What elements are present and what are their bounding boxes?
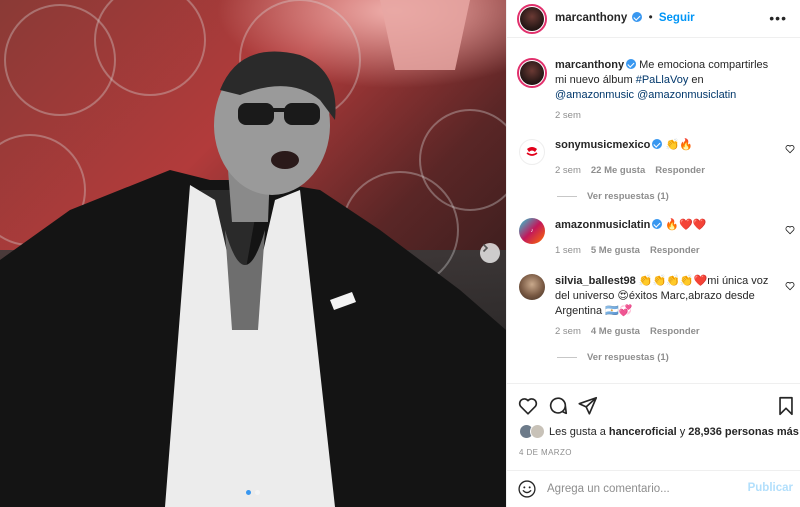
reply-button[interactable]: Responder: [650, 245, 700, 256]
likes-count[interactable]: 28,936 personas más: [688, 426, 799, 438]
reply-button[interactable]: Responder: [650, 326, 700, 337]
comment-meta: 2 sem 4 Me gusta Responder: [555, 326, 700, 337]
likes-summary: Les gusta a hanceroficial y 28,936 perso…: [519, 424, 799, 440]
liker-username[interactable]: hanceroficial: [609, 426, 677, 438]
comments-list[interactable]: marcanthony Me emociona compartirles mi …: [507, 38, 800, 383]
comment-text: 👏🔥: [665, 139, 693, 151]
liker-avatar: [530, 424, 545, 439]
caption-text: marcanthony Me emociona compartirles mi …: [555, 58, 781, 103]
caption-username[interactable]: marcanthony: [555, 59, 624, 71]
comment-likes[interactable]: 22 Me gusta: [591, 165, 645, 176]
replies-line: [557, 357, 577, 358]
comment-meta: 1 sem 5 Me gusta Responder: [555, 245, 700, 256]
add-comment-bar: Publicar: [507, 470, 800, 507]
caption-connector: en: [691, 74, 704, 86]
comment-likes[interactable]: 5 Me gusta: [591, 245, 640, 256]
comment-avatar[interactable]: [519, 274, 545, 300]
view-replies-label: Ver respuestas (1): [587, 191, 669, 202]
comment-avatar[interactable]: ♪: [519, 218, 545, 244]
verified-badge-icon: [626, 59, 637, 69]
comment: sonymusicmexico 👏🔥: [555, 138, 781, 153]
comment-meta: 2 sem 22 Me gusta Responder: [555, 165, 705, 176]
comment-likes[interactable]: 4 Me gusta: [591, 326, 640, 337]
comment-time[interactable]: 2 sem: [555, 326, 581, 337]
hashtag-link[interactable]: #PaLlaVoy: [636, 74, 689, 86]
mention-link[interactable]: @amazonmusiclatin: [637, 89, 736, 101]
comment-like-heart-icon[interactable]: [785, 144, 795, 154]
comment-text: 🔥❤️❤️: [665, 219, 707, 231]
view-replies-button[interactable]: Ver respuestas (1): [557, 352, 669, 363]
comment-username[interactable]: sonymusicmexico: [555, 139, 650, 151]
author-avatar[interactable]: [517, 4, 547, 34]
carousel-dot[interactable]: [246, 490, 251, 495]
comment: amazonmusiclatin 🔥❤️❤️: [555, 218, 781, 233]
sony-music-logo-icon: [526, 147, 538, 156]
chevron-right-icon: [482, 243, 489, 253]
reply-button[interactable]: Responder: [655, 165, 705, 176]
comment-time[interactable]: 2 sem: [555, 165, 581, 176]
verified-badge-icon: [652, 139, 663, 149]
post-date[interactable]: 4 DE MARZO: [519, 448, 572, 457]
author-username[interactable]: marcanthony: [555, 12, 627, 24]
carousel-next-button[interactable]: [480, 243, 500, 263]
verified-badge-icon: [652, 219, 663, 229]
comment-time[interactable]: 1 sem: [555, 245, 581, 256]
publish-button[interactable]: Publicar: [748, 482, 793, 494]
bookmark-icon[interactable]: [775, 395, 797, 417]
caption-meta: 2 sem: [555, 110, 581, 121]
follow-button[interactable]: Seguir: [659, 12, 695, 24]
view-replies-button[interactable]: Ver respuestas (1): [557, 191, 669, 202]
more-options-icon[interactable]: •••: [769, 10, 787, 26]
replies-line: [557, 196, 577, 197]
post-panel: marcanthony • Seguir ••• marcanthony Me …: [506, 0, 800, 507]
mention-link[interactable]: @amazonmusic: [555, 89, 634, 101]
post-photo[interactable]: [0, 0, 506, 507]
comment-like-heart-icon[interactable]: [785, 225, 795, 235]
photo-image: [0, 0, 506, 507]
comment-input[interactable]: [547, 479, 737, 499]
amazon-music-logo-icon: ♪: [530, 228, 534, 234]
heart-icon[interactable]: [517, 395, 539, 417]
paper-plane-icon[interactable]: [577, 395, 599, 417]
comment-like-heart-icon[interactable]: [785, 281, 795, 291]
caption-time[interactable]: 2 sem: [555, 110, 581, 121]
verified-badge-icon: [632, 12, 643, 22]
comment-username[interactable]: amazonmusiclatin: [555, 219, 650, 231]
comment-username[interactable]: silvia_ballest98: [555, 275, 636, 287]
post-header: marcanthony • Seguir •••: [507, 0, 800, 38]
caption-avatar[interactable]: [517, 58, 547, 88]
likes-connector: y: [679, 426, 686, 438]
smiley-icon[interactable]: [517, 479, 537, 499]
view-replies-label: Ver respuestas (1): [587, 352, 669, 363]
carousel-dots: [0, 490, 506, 495]
comment-avatar[interactable]: [519, 139, 545, 165]
comment-icon[interactable]: [547, 395, 569, 417]
likers-avatars[interactable]: [519, 424, 547, 440]
carousel-dot[interactable]: [255, 490, 260, 495]
comment: silvia_ballest98 👏👏👏👏❤️mi única voz del …: [555, 274, 781, 319]
likes-prefix: Les gusta a: [549, 426, 606, 438]
